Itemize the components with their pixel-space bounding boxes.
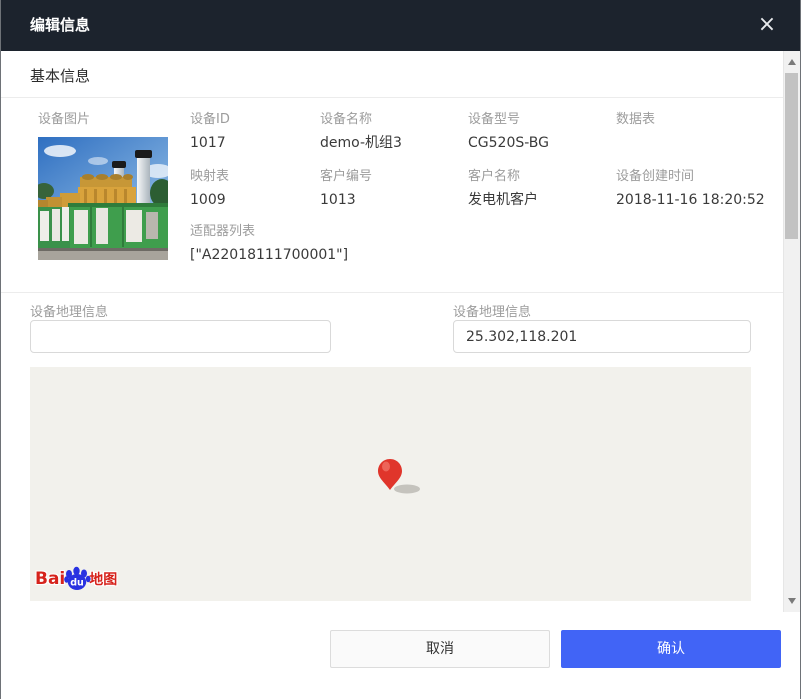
vertical-scrollbar[interactable] <box>784 51 800 612</box>
field-value: 发电机客户 <box>468 192 538 209</box>
field-label: 设备名称 <box>320 112 402 128</box>
confirm-button[interactable]: 确认 <box>561 630 781 668</box>
field-device-id: 设备ID 1017 <box>190 112 230 152</box>
close-icon[interactable]: × <box>753 11 781 39</box>
svg-text:du: du <box>70 577 84 588</box>
map-pin-icon <box>376 457 426 497</box>
field-value: 1009 <box>190 192 229 209</box>
dialog-title: 编辑信息 <box>30 0 90 51</box>
field-label: 映射表 <box>190 169 229 185</box>
edit-info-dialog: 编辑信息 × 基本信息 设备图片 <box>0 0 801 699</box>
field-created-time: 设备创建时间 2018-11-16 18:20:52 <box>616 169 765 209</box>
field-adapter-list: 适配器列表 ["A22018111700001"] <box>190 224 348 264</box>
field-mapping-table: 映射表 1009 <box>190 169 229 209</box>
geo-label-left: 设备地理信息 <box>30 301 108 320</box>
baidu-paw-icon: du <box>64 566 91 591</box>
field-label: 适配器列表 <box>190 224 348 240</box>
geo-coordinates-input[interactable] <box>453 320 751 353</box>
baidu-logo-bai: Bai <box>35 569 65 589</box>
window-left-border <box>0 0 1 699</box>
geo-input-left[interactable] <box>30 320 331 353</box>
field-label: 设备创建时间 <box>616 169 765 185</box>
dialog-header: 编辑信息 × <box>0 0 801 51</box>
field-value: 1017 <box>190 135 230 152</box>
field-value: 1013 <box>320 192 372 209</box>
scrollbar-thumb[interactable] <box>785 73 798 239</box>
baidu-map-canvas[interactable]: Bai du 地图 <box>30 367 751 601</box>
generator-photo-illustration <box>38 137 168 260</box>
field-device-model: 设备型号 CG520S-BG <box>468 112 549 152</box>
field-label: 客户编号 <box>320 169 372 185</box>
section-divider <box>0 292 783 293</box>
field-device-name: 设备名称 demo-机组3 <box>320 112 402 152</box>
field-data-table: 数据表 <box>616 112 655 135</box>
field-customer-name: 客户名称 发电机客户 <box>468 169 538 209</box>
geo-label-right: 设备地理信息 <box>453 301 531 320</box>
cancel-button[interactable]: 取消 <box>330 630 550 668</box>
scroll-up-arrow-icon[interactable] <box>788 59 796 65</box>
section-title: 基本信息 <box>30 65 90 86</box>
field-value: ["A22018111700001"] <box>190 247 348 264</box>
field-value: demo-机组3 <box>320 135 402 152</box>
device-image-label: 设备图片 <box>38 112 90 128</box>
field-label: 设备ID <box>190 112 230 128</box>
section-bar: 基本信息 <box>1 51 783 98</box>
field-label: 数据表 <box>616 112 655 128</box>
field-value: 2018-11-16 18:20:52 <box>616 192 765 209</box>
baidu-logo-ditu: 地图 <box>89 569 117 589</box>
field-value: CG520S-BG <box>468 135 549 152</box>
baidu-map-logo[interactable]: Bai du 地图 <box>35 566 117 592</box>
device-image-field: 设备图片 <box>38 112 90 128</box>
device-photo <box>38 137 168 260</box>
field-label: 客户名称 <box>468 169 538 185</box>
field-customer-id: 客户编号 1013 <box>320 169 372 209</box>
field-label: 设备型号 <box>468 112 549 128</box>
scroll-down-arrow-icon[interactable] <box>788 598 796 604</box>
